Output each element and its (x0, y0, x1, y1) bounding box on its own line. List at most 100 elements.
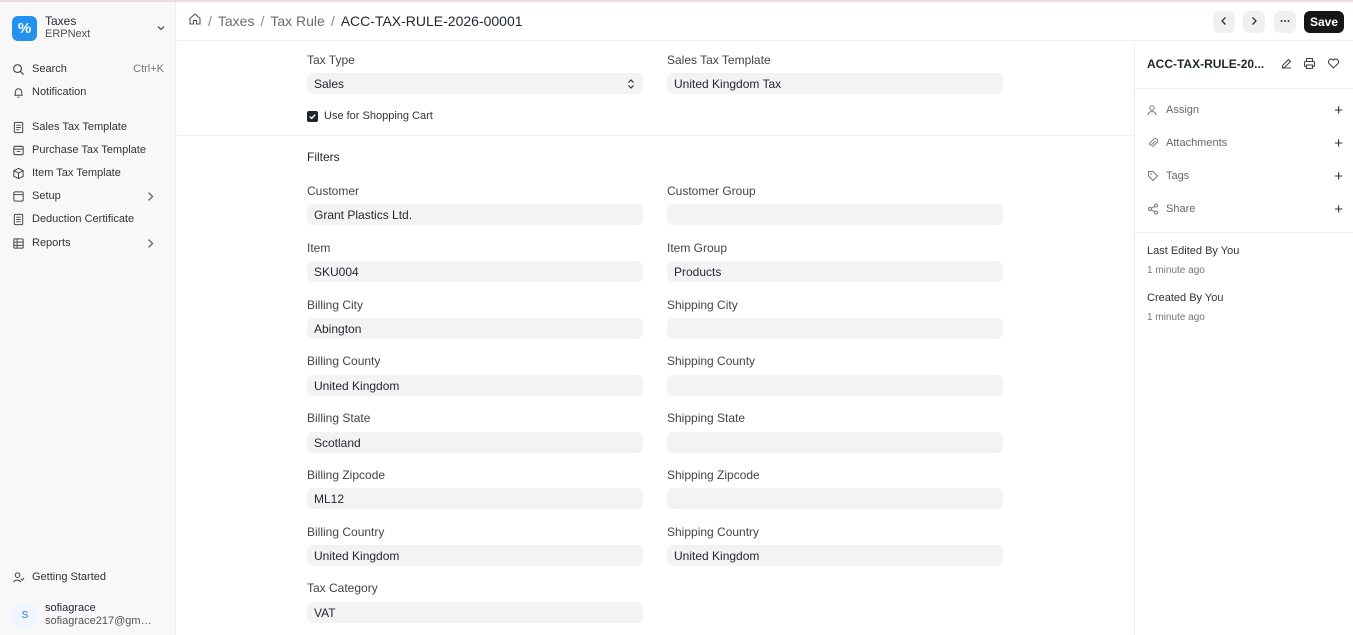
doc-icon (13, 121, 24, 133)
shipping-country-value: United Kingdom (674, 548, 760, 563)
customer-label: Customer (307, 184, 360, 198)
billing-county-field[interactable]: United Kingdom (307, 375, 643, 396)
save-button[interactable]: Save (1304, 11, 1344, 33)
chevron-right-icon (144, 190, 164, 203)
sidebar-item-label: Setup (32, 190, 61, 202)
search-shortcut: Ctrl+K (133, 63, 164, 75)
breadcrumb-tax-rule[interactable]: Tax Rule (270, 13, 324, 29)
doc-icon (13, 145, 24, 155)
billing-city-field[interactable]: Abington (307, 318, 643, 339)
app-name: Taxes (45, 14, 77, 28)
customer-group-label: Customer Group (667, 184, 756, 198)
billing-county-value: United Kingdom (314, 378, 400, 393)
panel-divider (1135, 232, 1353, 233)
sidebar-item-reports[interactable]: Reports (12, 233, 164, 253)
user-check-icon (12, 571, 25, 582)
sidebar-item-label: Reports (32, 237, 71, 249)
customer-field[interactable]: Grant Plastics Ltd. (307, 204, 643, 225)
folder-icon (13, 190, 24, 202)
tax-category-value: VAT (314, 605, 336, 620)
tax-type-select[interactable]: Sales (307, 73, 643, 94)
assign-action[interactable]: Assign + (1147, 101, 1343, 119)
user-email: sofiagrace217@gmai... (45, 615, 157, 627)
edit-icon[interactable] (1279, 56, 1294, 71)
shipping-state-field[interactable] (667, 432, 1003, 453)
getting-started-label: Getting Started (32, 571, 106, 583)
tags-action[interactable]: Tags + (1147, 167, 1343, 185)
add-tag-icon[interactable]: + (1334, 168, 1343, 185)
billing-country-label: Billing Country (307, 525, 385, 539)
app-logo-icon: % (12, 15, 37, 41)
billing-state-field[interactable]: Scotland (307, 432, 643, 453)
customer-value: Grant Plastics Ltd. (314, 207, 413, 222)
billing-state-label: Billing State (307, 411, 371, 425)
use-for-shopping-cart-row[interactable]: Use for Shopping Cart (307, 110, 433, 122)
item-group-field[interactable]: Products (667, 261, 1003, 282)
tax-category-field[interactable]: VAT (307, 602, 643, 623)
sidebar-item-purchase-tax-template[interactable]: Purchase Tax Template (12, 140, 164, 160)
tax-type-label: Tax Type (307, 53, 355, 67)
print-icon[interactable] (1302, 56, 1317, 71)
add-assign-icon[interactable]: + (1334, 102, 1343, 119)
billing-zipcode-field[interactable]: ML12 (307, 488, 643, 509)
sidebar-notification[interactable]: Notification (12, 82, 164, 102)
sidebar-getting-started[interactable]: Getting Started (12, 567, 164, 587)
item-field[interactable]: SKU004 (307, 261, 643, 282)
shipping-city-field[interactable] (667, 318, 1003, 339)
sidebar-item-setup[interactable]: Setup (12, 186, 164, 206)
share-action[interactable]: Share + (1147, 200, 1343, 218)
use-for-shopping-cart-checkbox[interactable] (307, 110, 318, 122)
chevron-down-icon (155, 22, 167, 34)
document-sidebar: ACC-TAX-RULE-20... Assign + Attachments … (1134, 42, 1353, 635)
shipping-county-field[interactable] (667, 375, 1003, 396)
billing-country-field[interactable]: United Kingdom (307, 545, 643, 566)
sidebar-item-label: Sales Tax Template (32, 121, 127, 133)
more-options-button[interactable] (1274, 11, 1296, 33)
sidebar-item-item-tax-template[interactable]: Item Tax Template (12, 163, 164, 183)
panel-divider (1135, 88, 1353, 89)
sidebar-item-sales-tax-template[interactable]: Sales Tax Template (12, 117, 164, 137)
customer-group-field[interactable] (667, 204, 1003, 225)
heart-icon[interactable] (1326, 56, 1341, 71)
breadcrumb: / Taxes / Tax Rule / ACC-TAX-RULE-2026-0… (188, 12, 523, 29)
sidebar-search[interactable]: Search Ctrl+K (12, 59, 164, 79)
item-value: SKU004 (314, 264, 359, 279)
chevron-right-icon (1248, 15, 1260, 30)
breadcrumb-separator: / (330, 12, 335, 29)
attachments-label: Attachments (1166, 137, 1228, 149)
form-area: Tax Type Sales Sales Tax Template United… (177, 42, 1134, 635)
item-group-value: Products (674, 264, 722, 279)
app-title-block: Taxes ERPNext (45, 15, 90, 41)
sidebar-item-deduction-certificate[interactable]: Deduction Certificate (12, 209, 164, 229)
billing-city-value: Abington (314, 321, 362, 336)
created-time: 1 minute ago (1147, 312, 1205, 323)
search-icon (13, 63, 25, 75)
page-header: / Taxes / Tax Rule / ACC-TAX-RULE-2026-0… (177, 2, 1353, 41)
avatar: S (12, 602, 38, 628)
app-subtitle: ERPNext (45, 28, 91, 40)
billing-county-label: Billing County (307, 354, 381, 368)
attachments-action[interactable]: Attachments + (1147, 134, 1343, 152)
next-doc-button[interactable] (1243, 11, 1265, 33)
app-switcher[interactable]: % Taxes ERPNext (12, 12, 167, 44)
sales-tax-template-field[interactable]: United Kingdom Tax (667, 73, 1003, 94)
sidebar: % Taxes ERPNext Search Ctrl+K Notificati… (0, 2, 176, 635)
shipping-county-label: Shipping County (667, 354, 756, 368)
sales-tax-template-label: Sales Tax Template (667, 53, 771, 67)
add-attachment-icon[interactable]: + (1334, 135, 1343, 152)
item-label: Item (307, 241, 331, 255)
sales-tax-template-value: United Kingdom Tax (674, 76, 782, 91)
use-for-shopping-cart-label: Use for Shopping Cart (324, 110, 433, 122)
add-share-icon[interactable]: + (1334, 201, 1343, 218)
shipping-country-field[interactable]: United Kingdom (667, 545, 1003, 566)
breadcrumb-taxes[interactable]: Taxes (218, 13, 255, 29)
chevron-right-icon (144, 237, 164, 250)
user-menu[interactable]: S sofiagrace sofiagrace217@gmai... (12, 602, 167, 628)
last-edited-time: 1 minute ago (1147, 265, 1205, 276)
ellipsis-icon (1279, 15, 1291, 30)
breadcrumb-separator: / (260, 12, 265, 29)
bell-icon (14, 87, 23, 98)
previous-doc-button[interactable] (1213, 11, 1235, 33)
shipping-zipcode-field[interactable] (667, 488, 1003, 509)
home-icon[interactable] (188, 12, 202, 29)
